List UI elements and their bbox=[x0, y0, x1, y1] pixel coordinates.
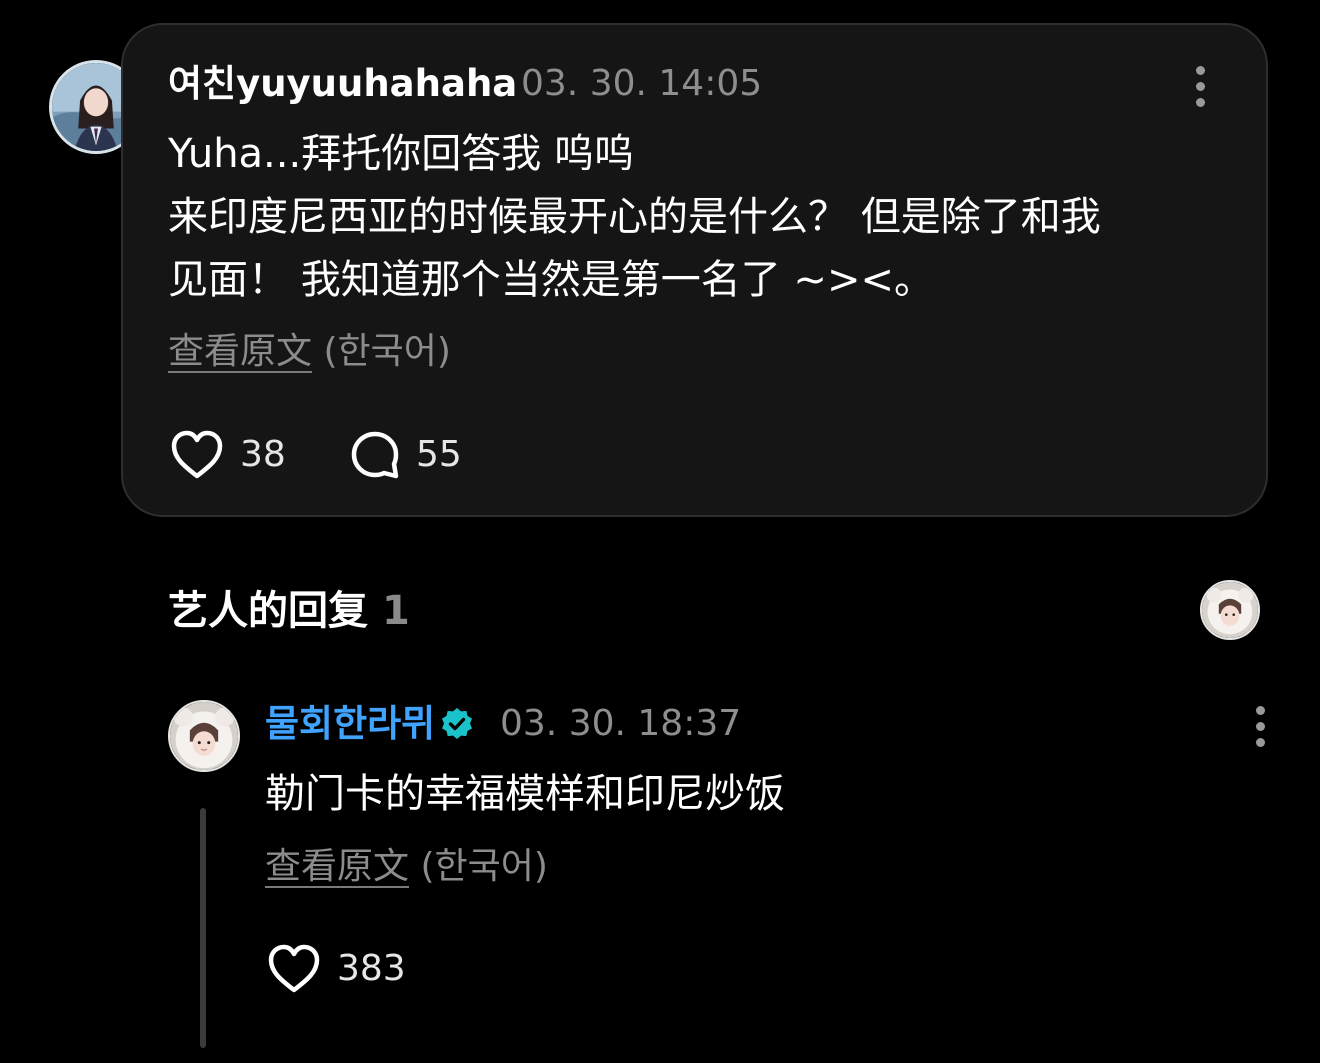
artist-avatar[interactable] bbox=[168, 700, 240, 772]
view-original-row: 查看原文 (한국어) bbox=[265, 845, 548, 889]
artist-reply-timestamp: 03. 30. 18:37 bbox=[500, 703, 742, 744]
artist-replies-heading: 艺人的回复 1 bbox=[168, 586, 410, 636]
view-original-link[interactable]: 查看原文 bbox=[168, 331, 312, 372]
reply-thread-line bbox=[200, 808, 206, 1048]
heart-icon bbox=[268, 944, 320, 993]
heart-icon bbox=[171, 430, 223, 479]
comment-count: 55 bbox=[416, 434, 462, 475]
view-original-link[interactable]: 查看原文 bbox=[265, 846, 409, 887]
artist-reply-text: 勒门卡的幸福模样和印尼炒饭 bbox=[265, 771, 785, 817]
artist-avatar-image bbox=[1202, 582, 1258, 638]
artist-avatar-small[interactable] bbox=[1200, 580, 1260, 640]
fan-comment-line: 来印度尼西亚的时候最开心的是什么？ 但是除了和我 bbox=[168, 194, 1101, 240]
fan-comment-line: 见面！ 我知道那个当然是第一名了 ~><。 bbox=[168, 257, 934, 303]
original-language-label: (한국어) bbox=[420, 846, 548, 887]
fan-username[interactable]: 여친yuyuuhahaha bbox=[168, 62, 517, 106]
artist-replies-count: 1 bbox=[382, 588, 410, 634]
view-original-row: 查看原文 (한국어) bbox=[168, 330, 451, 374]
artist-like-button[interactable]: 383 bbox=[267, 944, 406, 994]
original-language-label: (한국어) bbox=[323, 331, 451, 372]
artist-reply-body: 勒门卡的幸福模样和印尼炒饭 bbox=[265, 763, 785, 826]
artist-replies-title: 艺人的回复 bbox=[168, 588, 368, 634]
fan-comment-body: Yuha...拜托你回答我 呜呜 来印度尼西亚的时候最开心的是什么？ 但是除了和… bbox=[168, 123, 1101, 312]
more-vertical-icon[interactable] bbox=[1195, 66, 1205, 107]
like-count: 38 bbox=[240, 434, 286, 475]
verified-badge-icon bbox=[442, 708, 472, 740]
artist-username[interactable]: 물회한라뮈 bbox=[265, 702, 435, 746]
comment-bubble-icon bbox=[351, 431, 399, 479]
like-count: 383 bbox=[337, 948, 406, 989]
fan-comment-button[interactable]: 55 bbox=[350, 430, 462, 480]
fan-like-button[interactable]: 38 bbox=[170, 430, 286, 480]
fan-comment-line: Yuha...拜托你回答我 呜呜 bbox=[168, 131, 634, 177]
more-vertical-icon[interactable] bbox=[1255, 706, 1265, 747]
artist-avatar-image bbox=[170, 702, 238, 770]
fan-comment-timestamp: 03. 30. 14:05 bbox=[521, 63, 763, 104]
comment-thread-screen: 여친yuyuuhahaha 03. 30. 14:05 Yuha...拜托你回答… bbox=[0, 0, 1320, 1063]
